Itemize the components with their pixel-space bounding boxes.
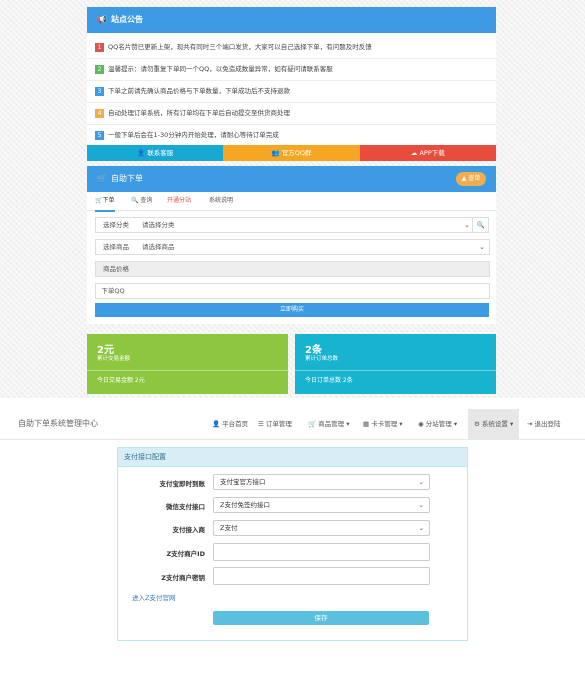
chevron-down-icon: ⌄ [418, 478, 424, 486]
stat-label: 累计订单总数 [305, 356, 339, 362]
announcement-text: QQ名片赞已更新上架，现共有同时三个端口发货，大家可以自己选择下单，有问题及时反… [108, 43, 372, 51]
payment-config-header: 支付接口配置 [118, 448, 467, 467]
announcement-text: 下单之前请先确认商品价格与下单数量，下单成功后不支持退款 [108, 87, 290, 95]
query-order-button[interactable]: ▲ 查单 [456, 172, 486, 186]
official-group-button[interactable]: 👥 官方QQ群 [223, 145, 360, 161]
wechat-select[interactable]: Z支付免签约接口 ⌄ [213, 497, 430, 513]
announcement-buttons: 👤 联系客服 👥 官方QQ群 ☁ APP下载 [87, 145, 496, 161]
category-label: 选择分类 [103, 221, 129, 229]
card-icon: ▦ [363, 420, 370, 428]
item-number-badge: 1 [95, 42, 104, 52]
chevron-down-icon: ⌄ [418, 524, 424, 532]
zpay-site-link[interactable]: 进入Z支付官网 [132, 592, 175, 602]
merchant-id-input[interactable] [213, 543, 430, 561]
wechat-label: 微信支付接口 [166, 503, 205, 511]
merchant-id-label: Z支付商户ID [166, 550, 205, 558]
order-header: 🛒 自助下单 ▲ 查单 [87, 166, 496, 192]
order-panel: 🛒 自助下单 ▲ 查单 🛒下单 🔍 查询 开通分站 系统说明 选择分类 请选择分类… [87, 166, 496, 324]
provider-select[interactable]: Z支付 ⌄ [213, 520, 430, 536]
brand-title[interactable]: 自助下单系统管理中心 [18, 409, 98, 439]
announcement-title: 站点公告 [110, 15, 143, 24]
price-row: 商品价格 [95, 261, 490, 277]
announcement-text: 温馨提示：请勿重复下单同一个QQ，以免造成数量异常，如有疑问请联系客服 [108, 65, 333, 73]
announcement-item: 5 一般下单后会在1-30分钟内开始处理，请耐心等待订单完成 [87, 125, 496, 146]
merchant-key-label: Z支付商户密钥 [161, 574, 205, 582]
item-number-badge: 3 [95, 86, 104, 96]
category-select[interactable]: 选择分类 请选择分类 ⌄ [95, 217, 475, 233]
cart-icon: 🛒 [308, 420, 317, 428]
merchant-key-input[interactable] [213, 567, 430, 585]
tab-query[interactable]: 🔍 查询 [131, 192, 152, 210]
stat-card-amount: 2元 累计交易金额 今日交易金额 2元 [87, 334, 288, 394]
nav-cards[interactable]: ▦ 卡卡管理 ▾ [363, 409, 403, 439]
stat-card-orders: 2条 累计订单总数 今日订单总数 2条 [295, 334, 496, 394]
product-select[interactable]: 选择商品 请选择商品 ⌄ [95, 239, 490, 255]
app-download-button[interactable]: ☁ APP下载 [359, 145, 496, 161]
nav-home[interactable]: 👤 平台首页 [212, 409, 248, 439]
announcement-item: 2 温馨提示：请勿重复下单同一个QQ，以免造成数量异常，如有疑问请联系客服 [87, 59, 496, 81]
chevron-down-icon: ⌄ [464, 221, 470, 229]
price-label: 商品价格 [96, 262, 136, 276]
order-tabs: 🛒下单 🔍 查询 开通分站 系统说明 [87, 192, 496, 212]
qq-label: 下单QQ [101, 287, 125, 295]
tab-open-substation[interactable]: 开通分站 [167, 192, 191, 210]
stat-footer: 今日交易金额 2元 [87, 370, 288, 395]
payment-config-panel: 支付接口配置 支付宝即时到账 支付宝官方接口 ⌄ 微信支付接口 Z支付免签约接口 ⌄… [117, 447, 468, 641]
item-number-badge: 5 [95, 130, 104, 140]
stat-label: 累计交易金额 [97, 356, 131, 362]
search-button[interactable]: 🔍 [472, 217, 489, 233]
search-icon: 🔍 [476, 221, 485, 229]
tab-order[interactable]: 🛒下单 [95, 192, 115, 212]
chevron-down-icon: ⌄ [479, 243, 485, 251]
save-button[interactable]: 保存 [213, 611, 429, 625]
announcement-item: 4 自动处理订单系统，所有订单均在下单后自动提交至供货商处理 [87, 103, 496, 125]
nav-system-settings[interactable]: ⚙ 系统设置 ▾ [468, 409, 520, 439]
order-title: 自助下单 [110, 174, 143, 183]
tab-system-info[interactable]: 系统说明 [209, 192, 233, 210]
stat-footer: 今日订单总数 2条 [295, 370, 496, 395]
product-value: 请选择商品 [142, 243, 175, 251]
contact-service-button[interactable]: 👤 联系客服 [87, 145, 224, 161]
announcement-text: 一般下单后会在1-30分钟内开始处理，请耐心等待订单完成 [108, 131, 279, 139]
cart-icon: 🛒 [97, 174, 107, 183]
buy-now-button[interactable]: 立即购买 [95, 303, 489, 317]
logout-icon: ⇥ [527, 420, 533, 428]
announcement-item: 3 下单之前请先确认商品价格与下单数量，下单成功后不支持退款 [87, 81, 496, 103]
chevron-down-icon: ⌄ [418, 501, 424, 509]
alipay-select[interactable]: 支付宝官方接口 ⌄ [213, 474, 430, 490]
announcement-item: 1 QQ名片赞已更新上架，现共有同时三个端口发货，大家可以自己选择下单，有问题及时… [87, 37, 496, 59]
megaphone-icon: 📢 [97, 15, 107, 24]
announcement-text: 自动处理订单系统，所有订单均在下单后自动提交至供货商处理 [108, 109, 290, 117]
admin-navbar: 自助下单系统管理中心 👤 平台首页 ☰ 订单管理 🛒 商品管理 ▾ ▦ 卡卡管理… [0, 409, 585, 440]
announcement-panel: 📢 站点公告 1 QQ名片赞已更新上架，现共有同时三个端口发货，大家可以自己选择下单… [87, 7, 496, 161]
category-value: 请选择分类 [142, 221, 175, 229]
gear-icon: ⚙ [474, 420, 480, 428]
product-label: 选择商品 [103, 243, 129, 251]
provider-label: 支付接入商 [172, 526, 206, 534]
nav-orders[interactable]: ☰ 订单管理 [258, 409, 292, 439]
list-icon: ☰ [258, 420, 264, 428]
qq-input[interactable]: 下单QQ [95, 283, 490, 299]
item-number-badge: 2 [95, 64, 104, 74]
nav-logout[interactable]: ⇥ 退出登陆 [527, 409, 561, 439]
nav-products[interactable]: 🛒 商品管理 ▾ [308, 409, 350, 439]
user-icon: 👤 [212, 420, 221, 428]
item-number-badge: 4 [95, 108, 104, 118]
alipay-label: 支付宝即时到账 [159, 480, 206, 488]
globe-icon: ◉ [418, 420, 424, 428]
nav-substations[interactable]: ◉ 分站管理 ▾ [418, 409, 457, 439]
announcement-header: 📢 站点公告 [87, 7, 496, 33]
